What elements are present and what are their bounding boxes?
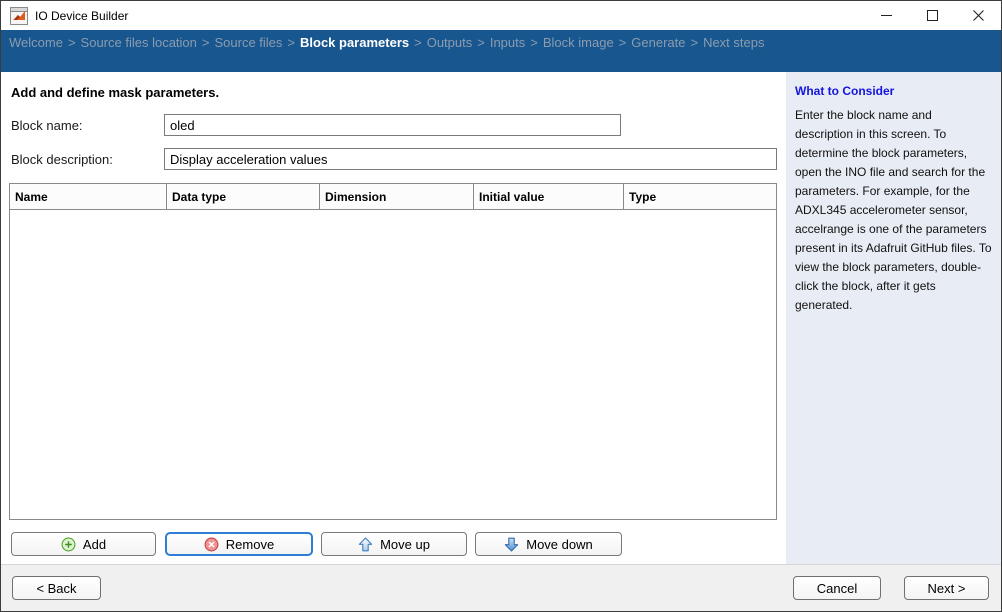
step-outputs: Outputs [427, 35, 473, 50]
title-bar: IO Device Builder [1, 1, 1001, 30]
move-up-icon [358, 537, 373, 552]
minimize-button[interactable] [863, 1, 909, 30]
help-text: Enter the block name and description in … [795, 106, 992, 315]
help-sidebar: What to Consider Enter the block name an… [786, 72, 1001, 564]
main-panel: Add and define mask parameters. Block na… [1, 72, 786, 564]
step-next-steps: Next steps [703, 35, 764, 50]
block-name-label: Block name: [11, 118, 83, 133]
remove-icon [204, 537, 219, 552]
column-header-dimension: Dimension [320, 184, 474, 209]
step-separator: > [414, 35, 422, 50]
next-button[interactable]: Next > [904, 576, 989, 600]
back-button[interactable]: < Back [12, 576, 101, 600]
add-button[interactable]: Add [11, 532, 156, 556]
step-welcome: Welcome [9, 35, 63, 50]
step-inputs: Inputs [490, 35, 525, 50]
step-generate: Generate [631, 35, 685, 50]
column-header-name: Name [10, 184, 167, 209]
matlab-app-icon [10, 7, 28, 25]
remove-button[interactable]: Remove [165, 532, 313, 556]
step-source-files: Source files [214, 35, 282, 50]
help-heading: What to Consider [795, 84, 992, 98]
step-block-image: Block image [543, 35, 614, 50]
step-source-files-location: Source files location [81, 35, 197, 50]
move-down-icon [504, 537, 519, 552]
page-title: Add and define mask parameters. [11, 85, 219, 100]
step-separator: > [690, 35, 698, 50]
table-header-row: Name Data type Dimension Initial value T… [10, 184, 776, 210]
step-block-parameters-current: Block parameters [300, 35, 409, 50]
column-header-data-type: Data type [167, 184, 320, 209]
column-header-type: Type [624, 184, 776, 209]
step-separator: > [68, 35, 76, 50]
window-title: IO Device Builder [35, 9, 863, 23]
block-description-label: Block description: [11, 152, 113, 167]
step-separator: > [530, 35, 538, 50]
step-separator: > [477, 35, 485, 50]
cancel-button[interactable]: Cancel [793, 576, 881, 600]
column-header-initial-value: Initial value [474, 184, 624, 209]
move-down-button[interactable]: Move down [475, 532, 622, 556]
block-name-input[interactable] [164, 114, 621, 136]
block-description-input[interactable] [164, 148, 777, 170]
step-separator: > [202, 35, 210, 50]
move-up-button[interactable]: Move up [321, 532, 467, 556]
maximize-button[interactable] [909, 1, 955, 30]
step-separator: > [287, 35, 295, 50]
table-body-empty [10, 210, 776, 519]
io-device-builder-window: IO Device Builder Welcome > Source files l… [0, 0, 1002, 612]
close-button[interactable] [955, 1, 1001, 30]
footer-bar: < Back Cancel Next > [1, 564, 1001, 611]
step-separator: > [619, 35, 627, 50]
add-icon [61, 537, 76, 552]
wizard-steps-bar: Welcome > Source files location > Source fil… [1, 30, 1001, 72]
mask-parameters-table: Name Data type Dimension Initial value T… [9, 183, 777, 520]
